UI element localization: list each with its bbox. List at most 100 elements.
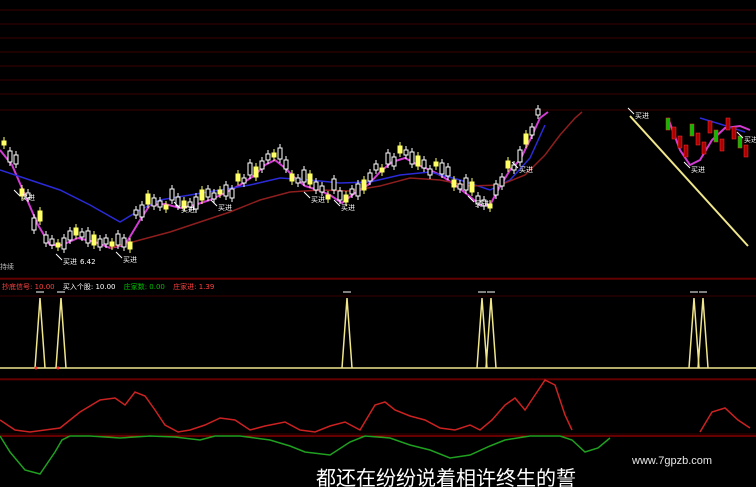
signal-dot	[56, 366, 60, 370]
candlestick	[385, 152, 391, 165]
candlestick	[725, 117, 731, 131]
candlestick	[379, 167, 385, 173]
candlestick	[265, 153, 271, 161]
candlestick	[223, 184, 229, 197]
candlestick	[127, 241, 133, 250]
candlestick	[211, 192, 217, 200]
candlestick	[713, 129, 719, 143]
candlestick	[517, 149, 523, 163]
candlestick	[217, 189, 223, 195]
candlestick	[343, 194, 349, 203]
candlestick	[115, 233, 121, 246]
candlestick	[55, 242, 61, 248]
signal-spike	[55, 297, 67, 369]
candlestick	[247, 162, 253, 176]
candlestick	[283, 159, 289, 170]
candlestick	[31, 217, 37, 231]
signal-spike	[341, 297, 353, 369]
signal-spike	[697, 297, 709, 369]
candlestick	[235, 173, 241, 182]
buy-annotation: 买进	[475, 200, 489, 208]
candlestick	[109, 241, 115, 247]
candlestick	[253, 166, 259, 178]
buy-annotation: 买进	[181, 206, 195, 214]
legend-item-dealer-count: 庄家数: 0.00	[123, 283, 165, 291]
candlestick	[523, 133, 529, 145]
moving-average-darkred	[109, 111, 583, 249]
candlestick	[157, 200, 163, 208]
buy-annotation: 买进	[635, 112, 649, 120]
candlestick	[67, 230, 73, 241]
buy-annotation: 买进	[311, 196, 325, 204]
buy-arrow	[627, 107, 635, 115]
candlestick	[271, 152, 277, 158]
candlestick	[163, 204, 169, 210]
buy-annotation: 买进	[341, 204, 355, 212]
signal-spike	[34, 297, 46, 369]
candlestick	[307, 173, 313, 185]
candlestick	[671, 126, 677, 140]
trend-line	[629, 115, 749, 247]
signal-spike	[688, 297, 700, 369]
candlestick	[61, 237, 67, 250]
low-price-label: 6.42	[80, 258, 96, 266]
candlestick	[355, 183, 361, 197]
oscillator-line-red	[0, 379, 573, 433]
buy-annotation: 买进	[63, 258, 77, 266]
candlestick	[427, 168, 433, 176]
candlestick	[719, 138, 725, 152]
candlestick	[367, 172, 373, 182]
signal-spike	[476, 297, 488, 369]
candlestick	[677, 135, 683, 149]
candlestick	[505, 160, 511, 169]
candlestick	[463, 177, 469, 191]
signal-dot	[34, 366, 38, 370]
buy-annotation: 买进	[519, 166, 533, 174]
candlestick	[133, 209, 139, 216]
candlestick	[743, 144, 749, 158]
signal-legend: 抄底信号: 10.00 买入个股: 10.00 庄家数: 0.00 庄家进: 1…	[2, 281, 220, 293]
buy-arrow	[13, 189, 21, 197]
candlestick	[199, 189, 205, 201]
legend-item-dealer-in: 庄家进: 1.39	[173, 283, 215, 291]
candlestick	[301, 169, 307, 183]
buy-annotation: 买进	[744, 136, 756, 144]
buy-arrow	[55, 253, 63, 261]
candlestick	[145, 193, 151, 205]
candlestick	[49, 238, 55, 246]
candlestick	[97, 238, 103, 248]
buy-annotation: 买进	[21, 194, 35, 202]
candlestick	[91, 234, 97, 246]
moving-average-blue	[0, 124, 546, 223]
candlestick	[433, 161, 439, 167]
candlestick	[469, 181, 475, 193]
video-caption: 都还在纷纷说着相许终生的誓	[316, 466, 576, 487]
candlestick	[731, 126, 737, 140]
candlestick	[415, 155, 421, 167]
candlestick	[325, 194, 331, 200]
candlestick	[103, 237, 109, 245]
legend-item-bottom-signal: 抄底信号: 10.00	[2, 283, 55, 291]
candlestick	[85, 230, 91, 244]
candlestick	[337, 190, 343, 201]
candlestick	[37, 210, 43, 222]
candlestick	[121, 237, 127, 248]
signal-spike	[485, 297, 497, 369]
candlestick	[295, 177, 301, 184]
candlestick	[701, 141, 707, 155]
buy-annotation: 买进	[218, 204, 232, 212]
candlestick	[373, 163, 379, 171]
candlestick	[451, 179, 457, 188]
candlestick	[241, 177, 247, 184]
candlestick	[445, 166, 451, 177]
candlestick	[493, 183, 499, 196]
candlestick	[277, 147, 283, 160]
candlestick	[169, 188, 175, 201]
candlestick	[695, 132, 701, 146]
candlestick	[737, 135, 743, 149]
candlestick	[421, 159, 427, 169]
buy-arrow	[303, 191, 311, 199]
candlestick	[259, 160, 265, 170]
oscillator-line-red	[699, 407, 751, 433]
candlestick	[205, 188, 211, 198]
